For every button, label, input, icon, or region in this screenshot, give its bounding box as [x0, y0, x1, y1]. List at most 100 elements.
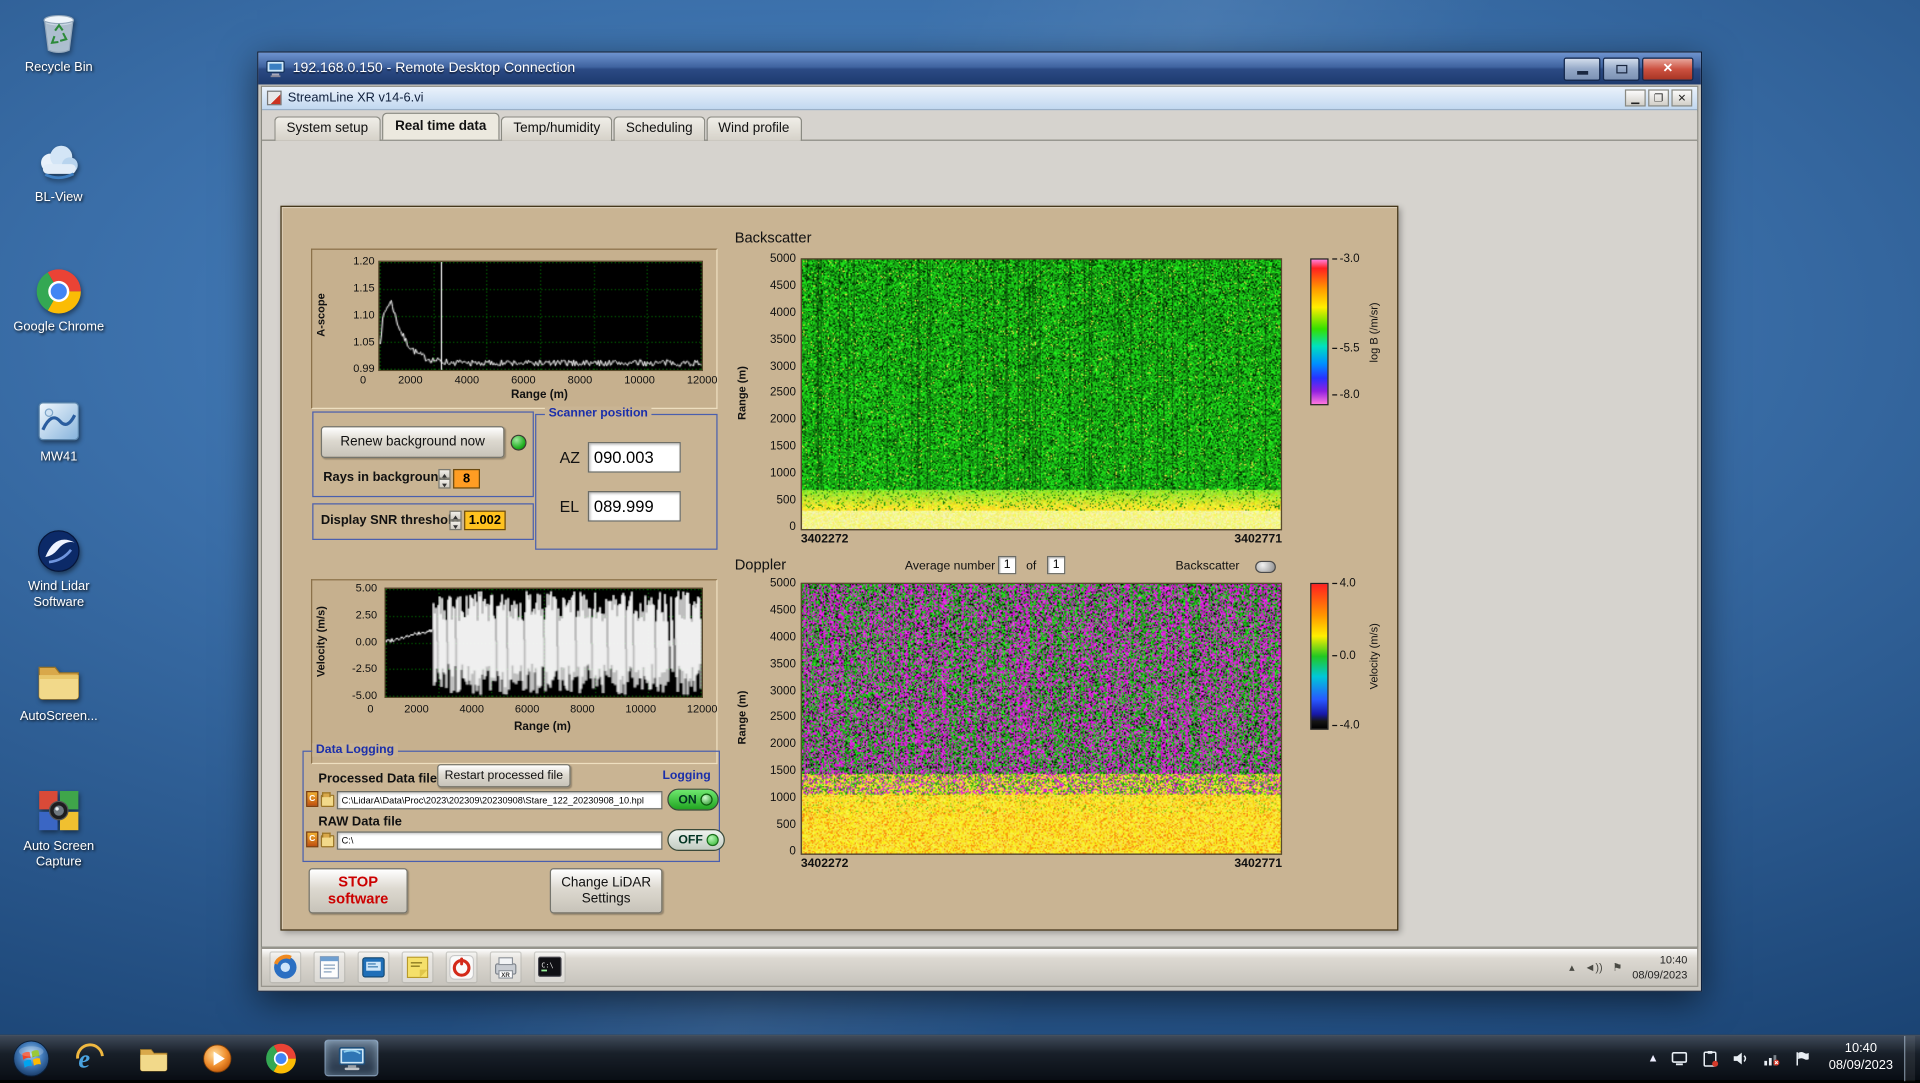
- velocity-y-axis-label: Velocity (m/s): [314, 606, 327, 678]
- change-lidar-settings-button[interactable]: Change LiDAR Settings: [549, 868, 663, 914]
- action-center-flag-icon[interactable]: [1793, 1049, 1811, 1067]
- backscatter-colorbar: [1310, 258, 1329, 406]
- notepad-icon[interactable]: [313, 951, 346, 984]
- remote-hidden-icons-arrow[interactable]: ▴: [1569, 961, 1575, 974]
- taskbar-item-ie-icon[interactable]: e: [70, 1040, 109, 1077]
- raw-file-path-input[interactable]: C:\: [336, 831, 663, 850]
- desktop-icon-auto-screen-capture[interactable]: Auto Screen Capture: [5, 786, 113, 901]
- close-button[interactable]: ✕: [1642, 56, 1694, 81]
- tab-real-time-data[interactable]: Real time data: [381, 112, 500, 140]
- backscatter-title: Backscatter: [734, 228, 812, 247]
- remote-taskbar: XR C:\ ▴ ◄)) ⚑ 10:40 08/09/2023: [260, 947, 1699, 987]
- clipboard-tray-icon[interactable]: [1701, 1049, 1719, 1067]
- raw-logging-led: [706, 833, 719, 847]
- renew-background-button[interactable]: Renew background now: [320, 426, 505, 458]
- taskbar-item-explorer-icon[interactable]: [133, 1040, 172, 1077]
- remote-volume-icon[interactable]: ◄)): [1584, 961, 1602, 973]
- tick-label: 8000: [567, 373, 593, 386]
- restore-button[interactable]: [1602, 56, 1640, 81]
- minimize-button[interactable]: [1563, 56, 1601, 81]
- doppler-heatmap: [800, 582, 1283, 855]
- tab-page-real-time-data: A-scope 1.20 1.15 1.10 1.05 0.99 0 2000 4000 60…: [262, 142, 1698, 947]
- scanner-position-group: Scanner position: [535, 406, 718, 550]
- tick-label: 2500: [770, 710, 796, 725]
- tick-label: 0: [789, 520, 796, 534]
- backscatter-ytick-labels: 5000 4500 4000 3500 3000 2500 2000 1500 1000 500 0: [757, 252, 796, 534]
- average-number-field[interactable]: 1: [997, 555, 1017, 575]
- az-value-field[interactable]: 090.003: [587, 442, 681, 473]
- tick-label: -5.00: [352, 689, 378, 702]
- browse-folder-icon[interactable]: [320, 792, 335, 807]
- streamline-titlebar: StreamLine XR v14-6.vi ▁ ❐ ✕: [262, 86, 1698, 111]
- start-button[interactable]: [12, 1039, 50, 1077]
- desktop-icon-label: AutoScreen...: [19, 708, 98, 724]
- remote-date: 08/09/2023: [1632, 968, 1688, 981]
- taskbar-clock[interactable]: 10:40 08/09/2023: [1824, 1041, 1898, 1074]
- streamline-window: StreamLine XR v14-6.vi ▁ ❐ ✕ System setu…: [260, 85, 1699, 948]
- volume-tray-icon[interactable]: [1732, 1049, 1750, 1067]
- processed-file-path-input[interactable]: C:\LidarA\Data\Proc\2023\202309\20230908…: [336, 791, 663, 810]
- tab-scheduling[interactable]: Scheduling: [613, 116, 705, 141]
- tick-label: 2000: [770, 413, 796, 427]
- show-desktop-button[interactable]: [1904, 1035, 1916, 1081]
- taskbar-item-rdp-icon[interactable]: [324, 1039, 379, 1077]
- desktop-icon-label: BL-View: [34, 189, 83, 205]
- processed-logging-led: [700, 793, 713, 806]
- tick-label: 2000: [398, 373, 423, 386]
- network-tray-icon[interactable]: [1763, 1049, 1781, 1067]
- desktop-icon-mw41[interactable]: MW41: [5, 397, 113, 512]
- raw-browse-folder-icon[interactable]: [320, 832, 335, 848]
- desktop-icon-autoscreen-[interactable]: AutoScreen...: [5, 656, 113, 771]
- tick-label: 1.10: [353, 308, 375, 321]
- app-restore-button[interactable]: ❐: [1648, 89, 1669, 107]
- tab-system-setup[interactable]: System setup: [274, 116, 381, 141]
- rdp-tray-icon[interactable]: [1671, 1049, 1689, 1067]
- tick-label: 5000: [770, 576, 796, 591]
- desktop-icon-google-chrome[interactable]: Google Chrome: [5, 267, 113, 382]
- tick-label: 3000: [770, 683, 796, 698]
- raw-logging-toggle[interactable]: OFF: [667, 828, 725, 852]
- mw41-icon: [34, 397, 83, 446]
- streamline-window-title: StreamLine XR v14-6.vi: [287, 90, 424, 106]
- processed-logging-toggle[interactable]: ON: [667, 788, 719, 811]
- tick-label: 4000: [459, 702, 485, 716]
- restart-processed-file-button[interactable]: Restart processed file: [437, 764, 571, 788]
- remote-session: StreamLine XR v14-6.vi ▁ ❐ ✕ System setu…: [258, 84, 1701, 991]
- rays-value-field[interactable]: 8: [453, 468, 480, 489]
- average-of-field[interactable]: 1: [1046, 555, 1066, 575]
- taskbar-item-chrome-icon[interactable]: [261, 1040, 300, 1077]
- sticky-note-icon[interactable]: [401, 951, 434, 984]
- remote-clock[interactable]: 10:40 08/09/2023: [1632, 952, 1690, 982]
- tab-temp-humidity[interactable]: Temp/humidity: [501, 116, 613, 141]
- desktop-icon-wind-lidar-software[interactable]: Wind Lidar Software: [5, 527, 113, 642]
- snr-spinner[interactable]: [449, 510, 462, 531]
- rdp-window-icon: [266, 59, 286, 79]
- doppler-xtick-labels: 3402272 3402771: [801, 857, 1282, 870]
- tick-label: 1500: [770, 764, 796, 778]
- taskbar-items: e: [70, 1039, 379, 1077]
- app-close-button[interactable]: ✕: [1671, 89, 1693, 107]
- taskbar-item-media-player-icon[interactable]: [197, 1040, 236, 1077]
- el-value-field[interactable]: 089.999: [587, 491, 681, 522]
- remote-flag-icon[interactable]: ⚑: [1613, 961, 1623, 974]
- xr-printer-icon[interactable]: XR: [489, 951, 522, 984]
- vnc-icon[interactable]: [357, 951, 390, 984]
- desktop-icon-recycle-bin[interactable]: Recycle Bin: [5, 7, 113, 122]
- hidden-icons-arrow[interactable]: ▲: [1648, 1052, 1659, 1064]
- rays-spinner[interactable]: [438, 468, 451, 489]
- desktop-icon-label: MW41: [40, 449, 78, 465]
- browser-icon[interactable]: [269, 951, 302, 984]
- backscatter-mode-toggle[interactable]: [1255, 560, 1276, 574]
- stop-software-button[interactable]: STOP software: [308, 868, 408, 914]
- tab-wind-profile[interactable]: Wind profile: [706, 116, 802, 141]
- raw-data-file-label: RAW Data file: [318, 814, 402, 829]
- tick-label: 0.00: [355, 635, 378, 648]
- desktop-icon-bl-view[interactable]: BL-View: [5, 137, 113, 252]
- terminal-icon[interactable]: C:\: [533, 951, 566, 984]
- power-icon[interactable]: [445, 951, 478, 984]
- taskbar-time: 10:40: [1844, 1041, 1877, 1056]
- snr-value-field[interactable]: 1.002: [464, 510, 506, 531]
- taskbar: e ▲ 10:40 08/09/2023: [0, 1034, 1920, 1081]
- app-minimize-button[interactable]: ▁: [1624, 89, 1646, 107]
- front-panel: A-scope 1.20 1.15 1.10 1.05 0.99 0 2000 4000 60…: [280, 205, 1399, 931]
